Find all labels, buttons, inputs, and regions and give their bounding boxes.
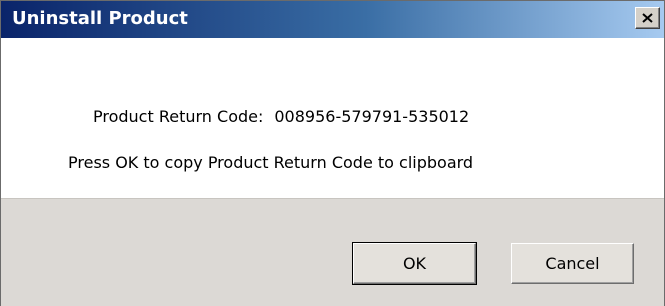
dialog-body: Product Return Code: 008956-579791-535012… — [1, 38, 664, 198]
cancel-button[interactable]: Cancel — [511, 243, 634, 284]
close-button[interactable] — [635, 7, 660, 29]
uninstall-dialog: Uninstall Product Product Return Code: 00… — [0, 0, 665, 306]
close-x-icon — [642, 13, 653, 23]
ok-button[interactable]: OK — [352, 242, 477, 285]
title-bar[interactable]: Uninstall Product — [1, 1, 664, 38]
return-code-value: 008956-579791-535012 — [274, 107, 470, 126]
instruction-text: Press OK to copy Product Return Code to … — [68, 153, 474, 172]
window-title: Uninstall Product — [12, 8, 188, 29]
return-code-line: Product Return Code: 008956-579791-535012 — [93, 107, 469, 127]
return-code-label: Product Return Code: — [93, 107, 264, 126]
button-bar: OK Cancel — [1, 198, 664, 306]
